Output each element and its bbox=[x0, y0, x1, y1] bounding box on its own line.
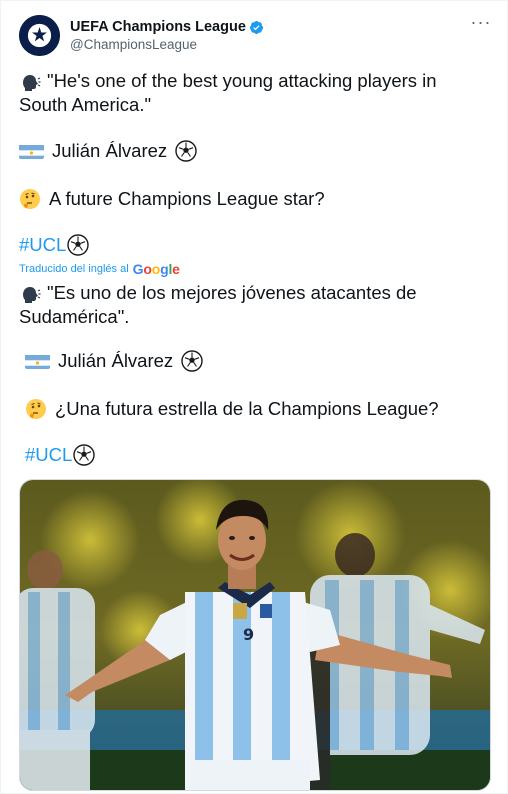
translated-text-quote: "Es uno de los mejores jóvenes atacantes… bbox=[19, 281, 489, 329]
translation-label: Traducido del inglés al bbox=[19, 263, 129, 275]
speaking-head-icon bbox=[23, 75, 41, 92]
soccer-ball-icon bbox=[181, 350, 203, 372]
speaking-head-icon bbox=[23, 287, 41, 304]
player-celebration-photo: 9 bbox=[20, 480, 490, 790]
translated-line-hashtag: #UCL bbox=[25, 443, 96, 467]
tweet-line-quote: "He's one of the best young attacking pl… bbox=[19, 70, 437, 116]
ucl-logo-icon bbox=[19, 15, 60, 56]
account-names: UEFA Champions League @ChampionsLeague bbox=[70, 18, 264, 54]
soccer-ball-icon bbox=[73, 444, 96, 466]
argentina-flag-icon bbox=[25, 353, 50, 369]
avatar[interactable] bbox=[19, 15, 60, 56]
translated-question-text: ¿Una futura estrella de la Champions Lea… bbox=[55, 398, 439, 419]
tweet-card[interactable]: UEFA Champions League @ChampionsLeague ·… bbox=[0, 0, 508, 794]
argentina-flag-icon bbox=[19, 143, 44, 159]
tweet-header: UEFA Champions League @ChampionsLeague ·… bbox=[19, 13, 493, 59]
translated-player-name: Julián Álvarez bbox=[58, 350, 174, 371]
tweet-line-question: A future Champions League star? bbox=[19, 187, 325, 211]
translated-line-question: ¿Una futura estrella de la Champions Lea… bbox=[25, 397, 439, 421]
player-name: Julián Álvarez bbox=[52, 140, 168, 161]
hashtag-link[interactable]: #UCL bbox=[19, 233, 66, 257]
tweet-text-quote: "He's one of the best young attacking pl… bbox=[19, 69, 489, 117]
tweet-line-hashtag: #UCL bbox=[19, 233, 90, 257]
thinking-face-icon bbox=[20, 189, 40, 209]
translated-line-player: Julián Álvarez bbox=[25, 349, 203, 373]
display-name-row[interactable]: UEFA Champions League bbox=[70, 18, 264, 36]
tweet-question-text: A future Champions League star? bbox=[49, 188, 325, 209]
verified-badge-icon bbox=[249, 20, 263, 34]
google-logo: Google bbox=[132, 261, 180, 277]
soccer-ball-icon bbox=[175, 140, 197, 162]
handle[interactable]: @ChampionsLeague bbox=[70, 36, 264, 54]
more-options-icon[interactable]: ··· bbox=[469, 13, 493, 35]
translated-hashtag-link[interactable]: #UCL bbox=[25, 443, 72, 467]
tweet-line-player: Julián Álvarez bbox=[19, 139, 197, 163]
thinking-face-icon bbox=[26, 399, 46, 419]
soccer-ball-icon bbox=[67, 234, 90, 256]
translated-line-quote: "Es uno de los mejores jóvenes atacantes… bbox=[19, 282, 417, 328]
translation-attribution[interactable]: Traducido del inglés al Google bbox=[19, 261, 180, 277]
display-name[interactable]: UEFA Champions League bbox=[70, 18, 246, 36]
tweet-photo[interactable]: 9 bbox=[19, 479, 491, 791]
svg-text:9: 9 bbox=[243, 625, 254, 644]
